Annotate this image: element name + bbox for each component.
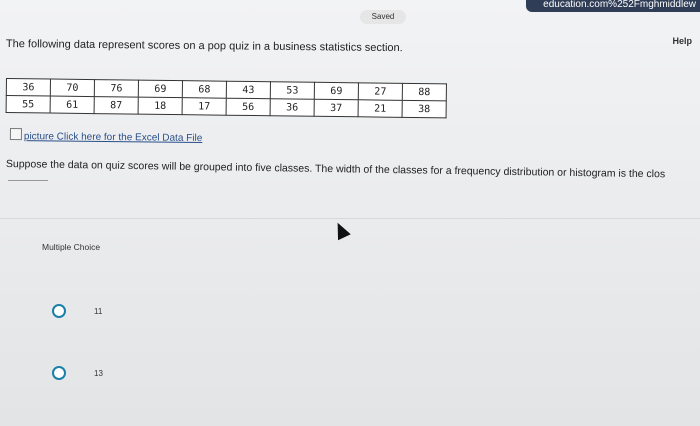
- url-fragment: education.com%252Fmghmiddlew: [526, 0, 700, 12]
- table-cell: 70: [50, 79, 95, 97]
- question-prompt: Suppose the data on quiz scores will be …: [5, 158, 666, 181]
- table-cell: 38: [402, 100, 447, 118]
- quiz-page: education.com%252Fmghmiddlew Saved Help …: [0, 0, 700, 426]
- table-cell: 17: [182, 97, 227, 116]
- table-cell: 87: [94, 96, 139, 115]
- saved-status-badge: Saved: [360, 10, 406, 24]
- option-label: 11: [94, 306, 103, 316]
- multiple-choice-label: Multiple Choice: [42, 242, 101, 252]
- table-cell: 36: [270, 98, 315, 117]
- broken-image-icon: [9, 128, 22, 141]
- option-label: 13: [94, 368, 103, 378]
- section-divider: [0, 218, 700, 219]
- option-11[interactable]: 11: [52, 304, 102, 318]
- table-cell: 18: [138, 97, 183, 115]
- table-cell: 68: [182, 80, 227, 99]
- table-cell: 69: [138, 80, 183, 98]
- radio-button[interactable]: [52, 366, 66, 380]
- mouse-cursor-icon: [331, 219, 351, 241]
- answer-blank: [8, 180, 48, 181]
- help-link[interactable]: Help: [672, 36, 692, 46]
- option-13[interactable]: 13: [52, 366, 103, 380]
- table-cell: 36: [6, 78, 51, 97]
- excel-data-link[interactable]: picture Click here for the Excel Data Fi…: [9, 128, 203, 145]
- question-intro: The following data represent scores on a…: [5, 38, 403, 55]
- table-cell: 61: [50, 96, 95, 114]
- table-cell: 43: [226, 81, 271, 99]
- table-cell: 55: [6, 95, 51, 114]
- radio-button[interactable]: [52, 304, 66, 318]
- table-cell: 76: [94, 79, 139, 98]
- table-cell: 37: [314, 99, 359, 117]
- table-cell: 21: [358, 99, 403, 118]
- table-cell: 53: [270, 81, 315, 100]
- table-cell: 56: [226, 98, 271, 116]
- table-cell: 27: [358, 82, 403, 101]
- table-cell: 88: [402, 83, 447, 101]
- data-table: 36 70 76 69 68 43 53 69 27 88 55 61 87 1…: [5, 78, 447, 119]
- table-cell: 69: [314, 82, 359, 100]
- excel-link-text: picture Click here for the Excel Data Fi…: [23, 131, 203, 145]
